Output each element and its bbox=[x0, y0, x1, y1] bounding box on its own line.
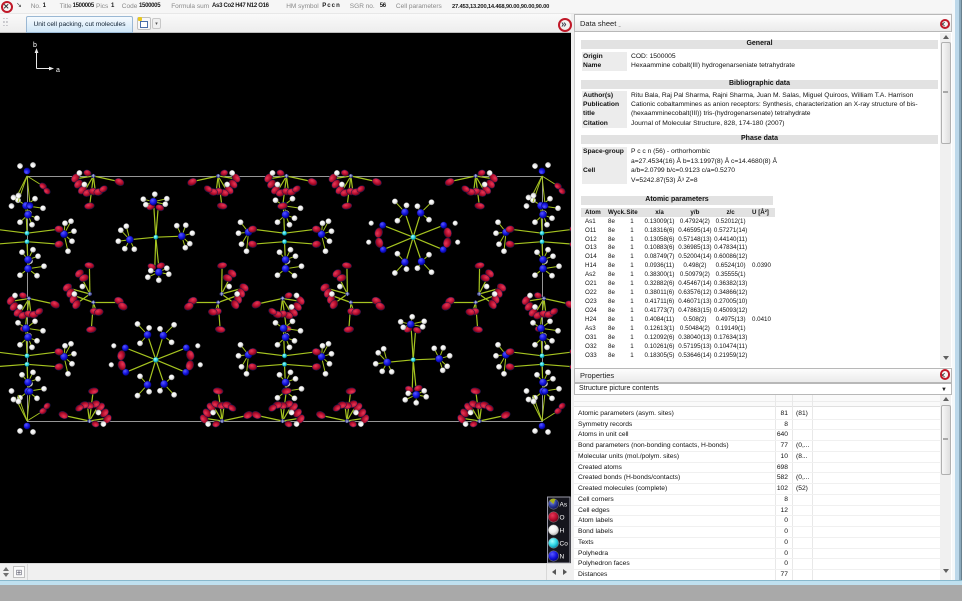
svg-text:a: a bbox=[56, 67, 60, 74]
svg-text:N: N bbox=[560, 554, 565, 561]
svg-text:Co: Co bbox=[560, 541, 569, 548]
svg-text:O: O bbox=[560, 515, 565, 522]
svg-text:H: H bbox=[560, 528, 565, 535]
svg-text:b: b bbox=[33, 42, 37, 49]
svg-text:As: As bbox=[560, 502, 568, 509]
